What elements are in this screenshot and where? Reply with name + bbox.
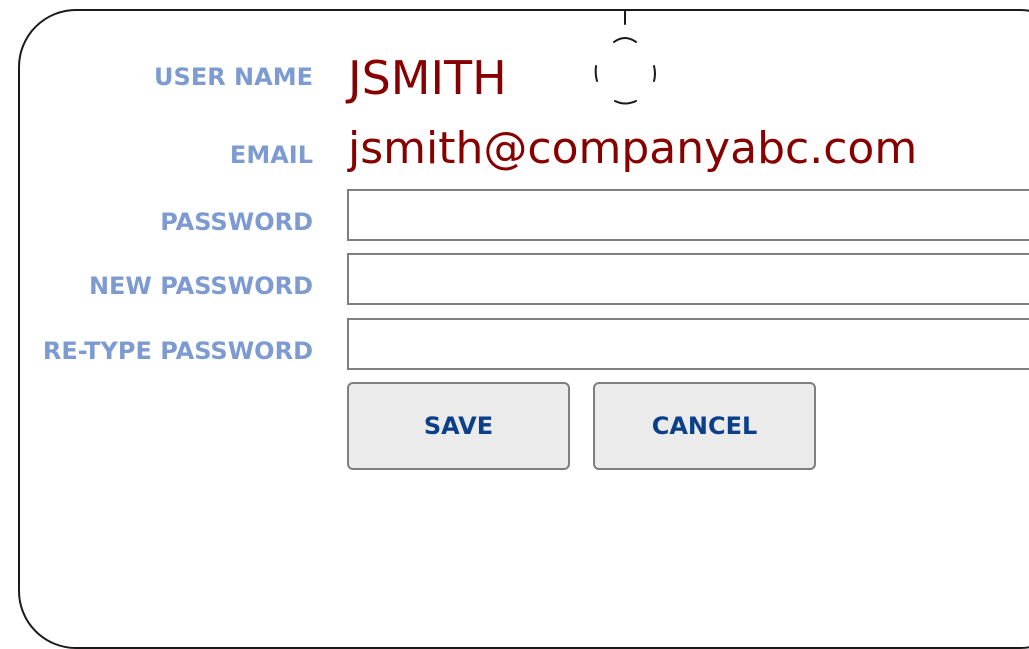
save-button[interactable]: SAVE	[347, 382, 570, 470]
new-password-field[interactable]	[347, 253, 1029, 305]
email-label: EMAIL	[229, 141, 313, 169]
loading-spinner-icon	[594, 9, 656, 105]
username-label: USER NAME	[154, 63, 313, 91]
email-value: jsmith@companyabc.com	[348, 123, 918, 174]
cancel-button-label: CANCEL	[651, 412, 758, 440]
retype-password-field[interactable]	[347, 318, 1029, 370]
username-value: JSMITH	[348, 51, 507, 105]
retype-password-label: RE-TYPE PASSWORD	[42, 337, 313, 365]
password-field[interactable]	[347, 189, 1029, 241]
save-button-label: SAVE	[423, 412, 494, 440]
cancel-button[interactable]: CANCEL	[593, 382, 816, 470]
new-password-label: NEW PASSWORD	[88, 272, 313, 300]
password-label: PASSWORD	[160, 208, 313, 236]
